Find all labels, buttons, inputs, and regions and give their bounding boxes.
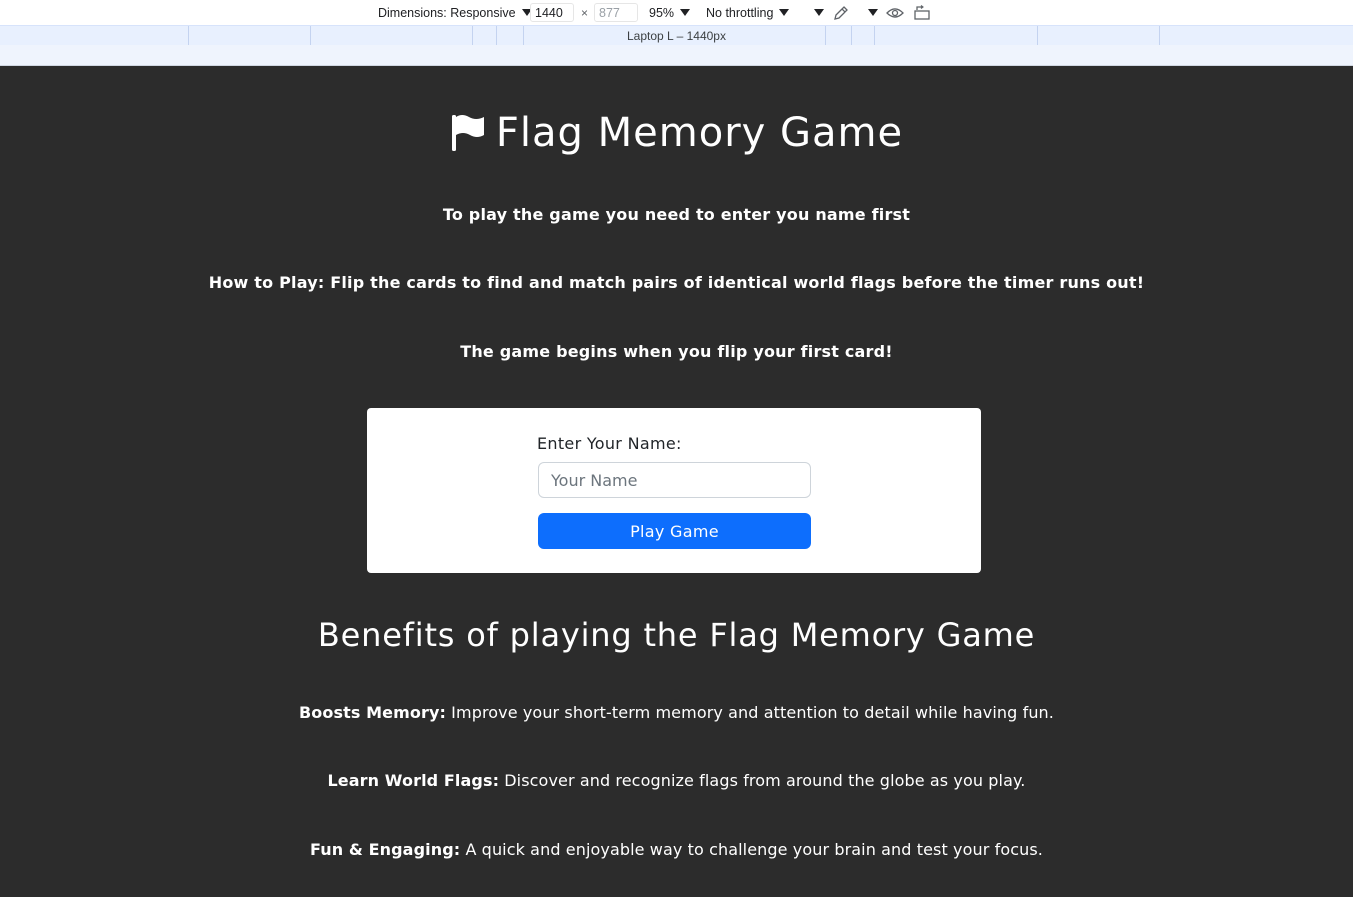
eye-icon[interactable] xyxy=(886,4,904,22)
how-to-play-text: How to Play: Flip the cards to find and … xyxy=(208,273,1145,292)
benefit-text: Discover and recognize flags from around… xyxy=(499,771,1026,790)
width-input[interactable] xyxy=(530,3,574,22)
chevron-down-icon xyxy=(814,9,824,16)
dimensions-dropdown[interactable]: Dimensions: Responsive xyxy=(378,0,532,25)
zoom-label: 95% xyxy=(649,5,675,20)
name-label: Enter Your Name: xyxy=(537,434,682,453)
dimensions-label: Dimensions: Responsive xyxy=(378,5,516,20)
benefit-item: Learn World Flags: Discover and recogniz… xyxy=(0,771,1353,790)
chevron-down-icon xyxy=(868,9,878,16)
intro-text: To play the game you need to enter you n… xyxy=(442,205,911,224)
benefits-heading: Benefits of playing the Flag Memory Game xyxy=(317,616,1036,654)
benefit-text: A quick and enjoyable way to challenge y… xyxy=(460,840,1043,859)
zoom-dropdown[interactable]: 95% xyxy=(649,0,691,25)
flag-icon xyxy=(451,115,484,151)
benefit-item: Fun & Engaging: A quick and enjoyable wa… xyxy=(0,840,1353,859)
throttling-label: No throttling xyxy=(706,5,774,20)
benefit-title: Learn World Flags: xyxy=(327,771,500,790)
height-input[interactable] xyxy=(594,3,638,22)
chevron-down-icon xyxy=(680,9,691,16)
media-query-bar: Laptop L – 1440px xyxy=(0,25,1353,45)
page: Flag Memory Game To play the game you ne… xyxy=(0,66,1353,897)
benefit-text: Improve your short-term memory and atten… xyxy=(446,703,1054,722)
ruler-strip xyxy=(0,45,1353,66)
times-separator: × xyxy=(581,5,589,20)
device-toolbar: Dimensions: Responsive × 95% No throttli… xyxy=(0,0,1353,25)
throttling-dropdown[interactable]: No throttling xyxy=(706,0,790,25)
eyedropper-icon[interactable] xyxy=(832,4,850,22)
rotate-icon[interactable] xyxy=(913,4,931,22)
chevron-down-icon xyxy=(779,9,790,16)
page-title-text: Flag Memory Game xyxy=(495,110,904,156)
benefit-item: Boosts Memory: Improve your short-term m… xyxy=(0,703,1353,722)
name-input[interactable] xyxy=(538,462,811,498)
capture-dropdown[interactable] xyxy=(862,0,878,25)
more-options-dropdown[interactable] xyxy=(808,0,824,25)
page-title: Flag Memory Game xyxy=(0,110,1353,156)
media-label: Laptop L – 1440px xyxy=(627,29,726,43)
game-begins-text: The game begins when you flip your first… xyxy=(460,342,893,361)
benefit-title: Fun & Engaging: xyxy=(310,840,461,859)
name-form-card: Enter Your Name: Play Game xyxy=(367,408,981,573)
play-game-button[interactable]: Play Game xyxy=(538,513,811,549)
benefit-title: Boosts Memory: xyxy=(298,703,446,722)
